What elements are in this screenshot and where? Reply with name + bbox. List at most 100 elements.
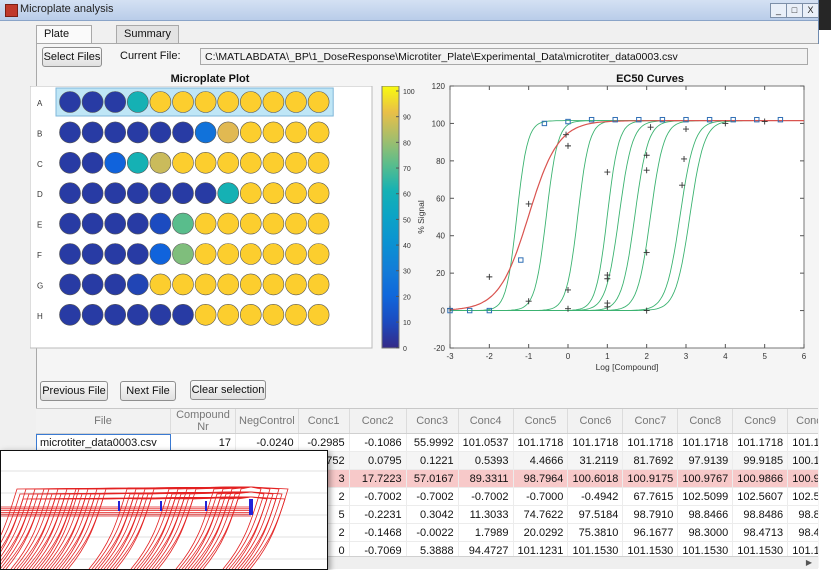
well-F5[interactable] [149,243,172,265]
table-cell[interactable]: 96.1677 [622,523,679,542]
ec50-curves-plot[interactable]: -3 -2 -1 0 1 2 3 4 5 6 120 100 80 60 40 20 0 -20 Log [Comp… [410,80,818,380]
well-A3[interactable] [104,91,126,113]
well-D2[interactable] [81,182,104,204]
well-E12[interactable] [307,212,330,235]
table-cell[interactable]: 81.7692 [622,451,679,470]
well-B10[interactable] [262,121,285,144]
well-F12[interactable] [307,243,330,265]
well-A1[interactable] [59,91,81,113]
table-cell[interactable]: -0.2231 [349,505,407,524]
well-B9[interactable] [240,121,262,144]
well-A8[interactable] [217,91,239,113]
well-G4[interactable] [127,273,149,296]
well-G3[interactable] [104,273,126,296]
well-E7[interactable] [194,212,217,235]
well-H2[interactable] [81,304,104,326]
table-cell[interactable]: 17 [170,433,236,452]
table-cell[interactable]: 97.9139 [677,451,734,470]
well-C12[interactable] [307,152,330,174]
table-cell[interactable]: 98.7964 [513,469,569,488]
well-F1[interactable] [59,243,81,265]
table-cell[interactable]: 100.9866 [732,469,789,488]
well-A9[interactable] [240,91,262,113]
table-cell[interactable]: 99.9185 [732,451,789,470]
well-G5[interactable] [149,273,172,296]
table-cell[interactable]: 0.0795 [349,451,407,470]
close-button[interactable]: X [802,3,819,18]
table-cell[interactable]: 97.5184 [567,505,624,524]
previous-file-button[interactable]: Previous File [40,381,108,401]
well-H1[interactable] [59,304,81,326]
well-A4[interactable] [127,91,149,113]
well-G10[interactable] [262,273,285,296]
well-D9[interactable] [240,182,262,204]
table-cell[interactable]: 74.7622 [513,505,569,524]
well-G9[interactable] [240,273,262,296]
well-C3[interactable] [104,152,126,174]
well-H7[interactable] [194,304,217,326]
table-cell[interactable]: 1.7989 [458,523,514,542]
well-H10[interactable] [262,304,285,326]
well-A7[interactable] [194,91,217,113]
well-D10[interactable] [262,182,285,204]
well-D7[interactable] [194,182,217,204]
well-B8[interactable] [217,121,239,144]
table-cell[interactable]: 20.0292 [513,523,569,542]
table-cell[interactable]: 98.8486 [732,505,789,524]
well-E1[interactable] [59,212,81,235]
table-cell[interactable]: -0.7002 [349,487,407,506]
well-H5[interactable] [149,304,172,326]
current-file-field[interactable]: C:\MATLABDATA\_BP\1_DoseResponse\Microti… [200,48,808,65]
table-cell[interactable]: -0.4942 [567,487,624,506]
well-C11[interactable] [285,152,307,174]
well-G12[interactable] [307,273,330,296]
table-cell[interactable]: 101.1718 [732,433,789,452]
well-D1[interactable] [59,182,81,204]
well-A12[interactable] [307,91,330,113]
well-B12[interactable] [307,121,330,144]
well-H3[interactable] [104,304,126,326]
well-G2[interactable] [81,273,104,296]
table-cell[interactable]: 98.4852 [787,523,818,542]
column-header[interactable]: Conc9 [732,409,789,434]
well-C6[interactable] [172,152,194,174]
well-A6[interactable] [172,91,194,113]
well-G8[interactable] [217,273,239,296]
well-D4[interactable] [127,182,149,204]
column-header[interactable]: Conc5 [513,409,569,434]
well-F6[interactable] [172,243,194,265]
table-cell[interactable]: 0.3042 [406,505,459,524]
column-header[interactable]: Compound Nr [170,409,236,434]
well-F7[interactable] [194,243,217,265]
table-cell[interactable]: microtiter_data0003.csv [36,433,171,452]
table-cell[interactable]: 98.3000 [677,523,734,542]
well-G6[interactable] [172,273,194,296]
table-cell[interactable]: 98.8486 [787,505,818,524]
well-C7[interactable] [194,152,217,174]
table-cell[interactable]: 101.1718 [677,433,734,452]
table-cell[interactable]: 101.1718 [622,433,679,452]
well-E10[interactable] [262,212,285,235]
table-cell[interactable]: 100.9866 [787,469,818,488]
table-cell[interactable]: 4.4666 [513,451,569,470]
table-cell[interactable]: -0.1086 [349,433,407,452]
table-cell[interactable]: 98.7910 [622,505,679,524]
well-G7[interactable] [194,273,217,296]
well-H9[interactable] [240,304,262,326]
well-G11[interactable] [285,273,307,296]
select-files-button[interactable]: Select Files [42,47,102,67]
table-cell[interactable]: 101.1718 [567,433,624,452]
table-cell[interactable]: 98.4713 [732,523,789,542]
well-E4[interactable] [127,212,149,235]
table-cell[interactable]: -0.0240 [235,433,299,452]
well-C9[interactable] [240,152,262,174]
well-F2[interactable] [81,243,104,265]
tab-plate-browser[interactable]: Plate Browser [36,25,93,57]
table-cell[interactable]: 75.3810 [567,523,624,542]
well-D6[interactable] [172,182,194,204]
well-E2[interactable] [81,212,104,235]
column-header[interactable]: Conc3 [406,409,459,434]
well-H12[interactable] [307,304,330,326]
table-cell[interactable]: 11.3033 [458,505,514,524]
well-B6[interactable] [172,121,194,144]
